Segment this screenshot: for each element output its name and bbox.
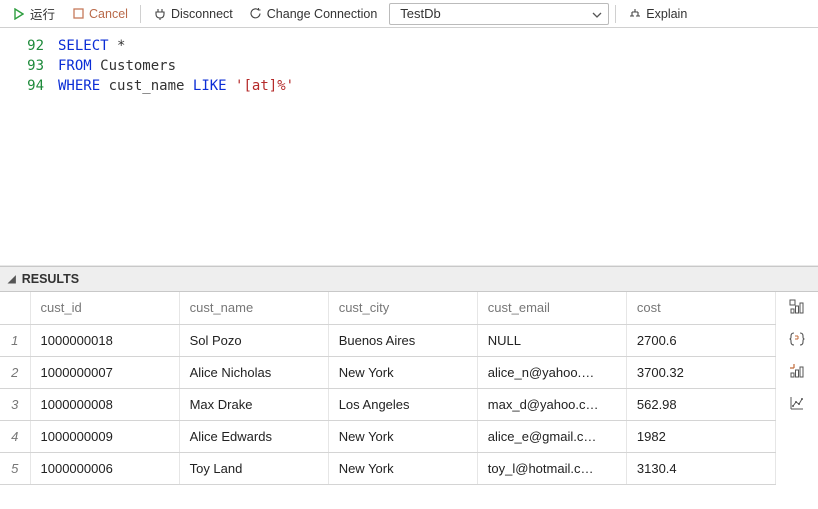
- code-content[interactable]: SELECT *: [58, 36, 125, 56]
- refresh-icon: [249, 7, 263, 21]
- cell[interactable]: 1000000018: [30, 324, 179, 356]
- cell[interactable]: Toy Land: [179, 452, 328, 484]
- table-row[interactable]: 21000000007Alice NicholasNew Yorkalice_n…: [0, 356, 776, 388]
- change-connection-label: Change Connection: [267, 7, 378, 21]
- results-panel: ◢ RESULTS cust_idcust_namecust_citycust_…: [0, 266, 818, 485]
- code-content[interactable]: WHERE cust_name LIKE '[at]%': [58, 76, 294, 96]
- run-label: 运行: [30, 4, 55, 23]
- change-connection-button[interactable]: Change Connection: [243, 5, 384, 23]
- editor-line[interactable]: 92SELECT *: [0, 36, 818, 56]
- separator: [140, 5, 141, 23]
- row-number: 4: [0, 420, 30, 452]
- collapse-triangle-icon: ◢: [8, 274, 16, 285]
- export-csv-icon[interactable]: [788, 298, 806, 316]
- cancel-label: Cancel: [89, 7, 128, 21]
- cell[interactable]: Los Angeles: [328, 388, 477, 420]
- cell[interactable]: Alice Nicholas: [179, 356, 328, 388]
- code-content[interactable]: FROM Customers: [58, 56, 176, 76]
- editor-line[interactable]: 94WHERE cust_name LIKE '[at]%': [0, 76, 818, 96]
- export-excel-icon[interactable]: [788, 362, 806, 380]
- cell[interactable]: Alice Edwards: [179, 420, 328, 452]
- results-header[interactable]: ◢ RESULTS: [0, 266, 818, 292]
- column-header[interactable]: cust_email: [477, 292, 626, 324]
- row-number-header: [0, 292, 30, 324]
- results-table: cust_idcust_namecust_citycust_emailcost …: [0, 292, 776, 485]
- disconnect-button[interactable]: Disconnect: [147, 5, 239, 23]
- cell[interactable]: Sol Pozo: [179, 324, 328, 356]
- editor-line[interactable]: 93FROM Customers: [0, 56, 818, 76]
- plug-icon: [153, 7, 167, 21]
- cell[interactable]: alice_e@gmail.c…: [477, 420, 626, 452]
- explain-icon: [628, 7, 642, 21]
- cell[interactable]: Max Drake: [179, 388, 328, 420]
- chevron-down-icon: [592, 6, 602, 21]
- separator: [615, 5, 616, 23]
- cell[interactable]: NULL: [477, 324, 626, 356]
- chart-icon[interactable]: [788, 394, 806, 412]
- sql-editor[interactable]: 92SELECT *93FROM Customers94WHERE cust_n…: [0, 28, 818, 266]
- cancel-button[interactable]: Cancel: [65, 5, 134, 23]
- row-number: 3: [0, 388, 30, 420]
- cell[interactable]: New York: [328, 356, 477, 388]
- table-row[interactable]: 11000000018Sol PozoBuenos AiresNULL2700.…: [0, 324, 776, 356]
- cell[interactable]: max_d@yahoo.c…: [477, 388, 626, 420]
- cell[interactable]: New York: [328, 420, 477, 452]
- row-number: 5: [0, 452, 30, 484]
- database-selected-value: TestDb: [400, 6, 440, 21]
- cell[interactable]: 2700.6: [626, 324, 775, 356]
- line-number: 93: [0, 56, 58, 76]
- export-json-icon[interactable]: [788, 330, 806, 348]
- column-header[interactable]: cust_id: [30, 292, 179, 324]
- stop-icon: [71, 7, 85, 21]
- row-number: 1: [0, 324, 30, 356]
- database-select[interactable]: TestDb: [389, 3, 609, 25]
- cell[interactable]: Buenos Aires: [328, 324, 477, 356]
- play-icon: [12, 7, 26, 21]
- table-row[interactable]: 41000000009Alice EdwardsNew Yorkalice_e@…: [0, 420, 776, 452]
- column-header[interactable]: cost: [626, 292, 775, 324]
- row-number: 2: [0, 356, 30, 388]
- results-side-toolbar: [776, 292, 818, 485]
- cell[interactable]: 562.98: [626, 388, 775, 420]
- explain-button[interactable]: Explain: [622, 5, 693, 23]
- table-row[interactable]: 31000000008Max DrakeLos Angelesmax_d@yah…: [0, 388, 776, 420]
- cell[interactable]: 3130.4: [626, 452, 775, 484]
- cell[interactable]: 1000000008: [30, 388, 179, 420]
- line-number: 92: [0, 36, 58, 56]
- cell[interactable]: 3700.32: [626, 356, 775, 388]
- cell[interactable]: New York: [328, 452, 477, 484]
- cell[interactable]: alice_n@yahoo.…: [477, 356, 626, 388]
- toolbar: 运行 Cancel Disconnect Change Connection T…: [0, 0, 818, 28]
- explain-label: Explain: [646, 7, 687, 21]
- column-header[interactable]: cust_city: [328, 292, 477, 324]
- column-header[interactable]: cust_name: [179, 292, 328, 324]
- results-title: RESULTS: [22, 272, 79, 286]
- cell[interactable]: 1000000006: [30, 452, 179, 484]
- run-button[interactable]: 运行: [6, 2, 61, 25]
- disconnect-label: Disconnect: [171, 7, 233, 21]
- line-number: 94: [0, 76, 58, 96]
- cell[interactable]: toy_l@hotmail.c…: [477, 452, 626, 484]
- cell[interactable]: 1000000007: [30, 356, 179, 388]
- table-row[interactable]: 51000000006Toy LandNew Yorktoy_l@hotmail…: [0, 452, 776, 484]
- cell[interactable]: 1982: [626, 420, 775, 452]
- cell[interactable]: 1000000009: [30, 420, 179, 452]
